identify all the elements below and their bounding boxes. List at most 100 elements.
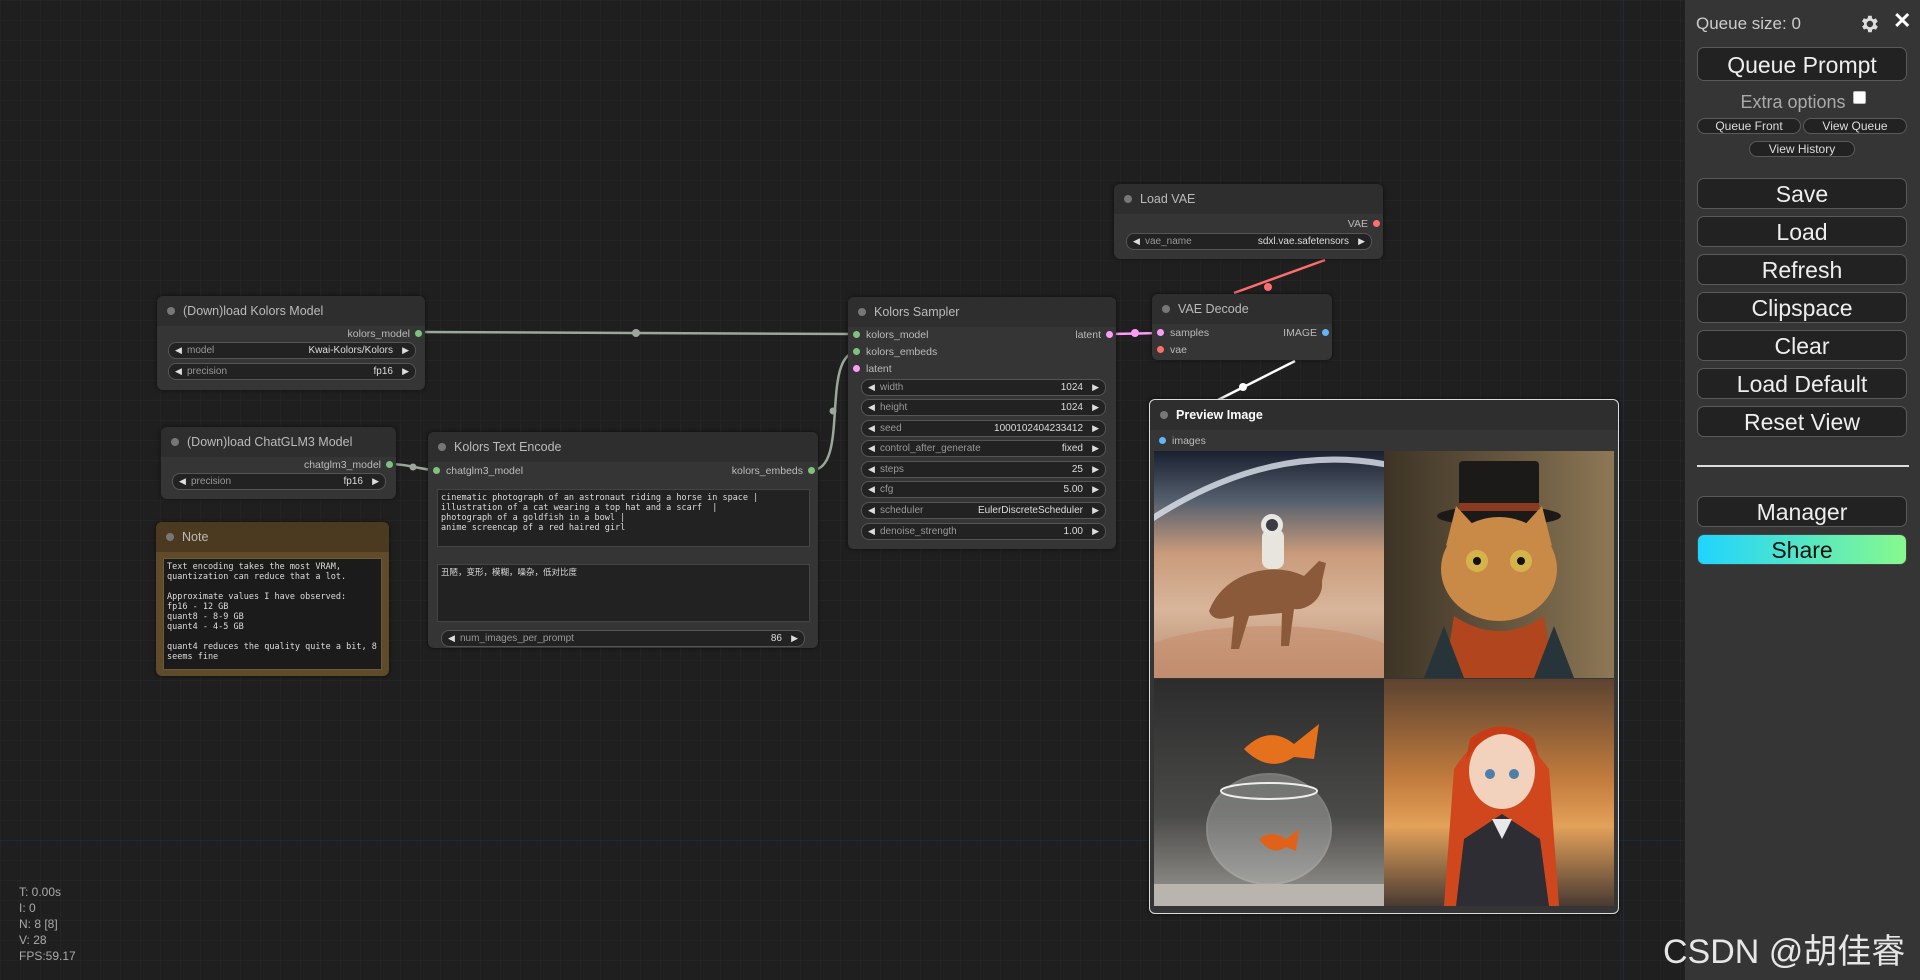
preview-image-anime-girl[interactable] [1384,679,1614,906]
widget-denoise-strength[interactable]: ◀ denoise_strength 1.00 ▶ [861,523,1106,540]
input-latent[interactable]: latent [853,363,892,375]
extra-options-checkbox[interactable] [1852,91,1866,104]
collapse-dot[interactable] [1162,305,1170,313]
manager-button[interactable]: Manager [1697,496,1907,527]
increment-arrow-icon[interactable]: ▶ [402,364,409,379]
decrement-arrow-icon[interactable]: ◀ [868,441,875,456]
slot-dot[interactable] [853,365,860,372]
decrement-arrow-icon[interactable]: ◀ [175,343,182,358]
widget-num-images-per-prompt[interactable]: ◀ num_images_per_prompt 86 ▶ [441,630,805,647]
clipspace-button[interactable]: Clipspace [1697,292,1907,323]
refresh-button[interactable]: Refresh [1697,254,1907,285]
node-title[interactable]: (Down)load Kolors Model [157,296,425,326]
node-title[interactable]: Kolors Text Encode [428,432,818,462]
slot-dot[interactable] [433,467,440,474]
input-images[interactable]: images [1159,435,1206,447]
input-vae[interactable]: vae [1157,344,1187,356]
output-image[interactable]: IMAGE [1283,327,1329,339]
load-default-button[interactable]: Load Default [1697,368,1907,399]
collapse-dot[interactable] [171,438,179,446]
decrement-arrow-icon[interactable]: ◀ [868,524,875,539]
node-kolors-text-encode[interactable]: Kolors Text Encode chatglm3_model kolors… [428,432,818,648]
preview-image-cat[interactable] [1384,451,1614,678]
increment-arrow-icon[interactable]: ▶ [402,343,409,358]
decrement-arrow-icon[interactable]: ◀ [868,421,875,436]
decrement-arrow-icon[interactable]: ◀ [868,482,875,497]
widget-cfg[interactable]: ◀ cfg 5.00 ▶ [861,481,1106,498]
share-button[interactable]: Share [1697,534,1907,565]
increment-arrow-icon[interactable]: ▶ [1092,462,1099,477]
output-kolors-embeds[interactable]: kolors_embeds [732,465,815,477]
settings-gear-icon[interactable] [1858,13,1880,35]
view-queue-button[interactable]: View Queue [1803,118,1907,134]
decrement-arrow-icon[interactable]: ◀ [175,364,182,379]
collapse-dot[interactable] [1124,195,1132,203]
node-title[interactable]: Preview Image [1150,400,1618,430]
node-vae-decode[interactable]: VAE Decode samples vae IMAGE [1152,294,1332,360]
input-chatglm3-model[interactable]: chatglm3_model [433,465,523,477]
slot-dot[interactable] [808,467,815,474]
collapse-dot[interactable] [1160,411,1168,419]
graph-canvas[interactable]: (Down)load Kolors Model kolors_model ◀ m… [0,0,1683,980]
preview-image-goldfish[interactable] [1154,679,1384,906]
collapse-dot[interactable] [858,308,866,316]
decrement-arrow-icon[interactable]: ◀ [868,503,875,518]
increment-arrow-icon[interactable]: ▶ [1092,503,1099,518]
input-samples[interactable]: samples [1157,327,1209,339]
output-chatglm3-model[interactable]: chatglm3_model [304,459,393,471]
node-title[interactable]: VAE Decode [1152,294,1332,324]
node-load-kolors-model[interactable]: (Down)load Kolors Model kolors_model ◀ m… [157,296,425,390]
widget-precision[interactable]: ◀ precision fp16 ▶ [168,363,416,380]
widget-control-after-generate[interactable]: ◀ control_after_generate fixed ▶ [861,440,1106,457]
slot-dot[interactable] [1106,331,1113,338]
node-preview-image[interactable]: Preview Image images [1149,399,1619,914]
slot-dot[interactable] [853,348,860,355]
decrement-arrow-icon[interactable]: ◀ [868,380,875,395]
increment-arrow-icon[interactable]: ▶ [1358,234,1365,249]
negative-prompt-textarea[interactable]: 丑陋，变形，模糊，噪杂，低对比度 [437,564,810,622]
input-kolors-embeds[interactable]: kolors_embeds [853,346,937,358]
node-title[interactable]: Load VAE [1114,184,1383,214]
widget-scheduler[interactable]: ◀ scheduler EulerDiscreteScheduler ▶ [861,502,1106,519]
slot-dot[interactable] [1322,329,1329,336]
node-title[interactable]: Kolors Sampler [848,297,1116,327]
slot-dot[interactable] [1157,346,1164,353]
prompt-textarea[interactable]: cinematic photograph of an astronaut rid… [437,489,810,547]
slot-dot[interactable] [386,461,393,468]
decrement-arrow-icon[interactable]: ◀ [179,474,186,489]
node-title[interactable]: (Down)load ChatGLM3 Model [161,427,396,457]
collapse-dot[interactable] [167,307,175,315]
increment-arrow-icon[interactable]: ▶ [1092,400,1099,415]
reset-view-button[interactable]: Reset View [1697,406,1907,437]
slot-dot[interactable] [1159,437,1166,444]
slot-dot[interactable] [1157,329,1164,336]
node-load-vae[interactable]: Load VAE VAE ◀ vae_name sdxl.vae.safeten… [1114,184,1383,259]
preview-image-astronaut[interactable] [1154,451,1384,678]
widget-width[interactable]: ◀ width 1024 ▶ [861,379,1106,396]
load-button[interactable]: Load [1697,216,1907,247]
widget-vae-name[interactable]: ◀ vae_name sdxl.vae.safetensors ▶ [1126,233,1372,250]
slot-dot[interactable] [853,331,860,338]
widget-model[interactable]: ◀ model Kwai-Kolors/Kolors ▶ [168,342,416,359]
increment-arrow-icon[interactable]: ▶ [1092,524,1099,539]
node-title[interactable]: Note [156,522,389,552]
node-kolors-sampler[interactable]: Kolors Sampler kolors_model kolors_embed… [848,297,1116,549]
decrement-arrow-icon[interactable]: ◀ [868,462,875,477]
widget-seed[interactable]: ◀ seed 1000102404233412 ▶ [861,420,1106,437]
increment-arrow-icon[interactable]: ▶ [1092,441,1099,456]
widget-precision[interactable]: ◀ precision fp16 ▶ [172,473,386,490]
note-textarea[interactable]: Text encoding takes the most VRAM, quant… [163,558,382,670]
collapse-dot[interactable] [438,443,446,451]
decrement-arrow-icon[interactable]: ◀ [1133,234,1140,249]
queue-prompt-button[interactable]: Queue Prompt [1697,47,1907,81]
increment-arrow-icon[interactable]: ▶ [791,631,798,646]
increment-arrow-icon[interactable]: ▶ [1092,380,1099,395]
widget-steps[interactable]: ◀ steps 25 ▶ [861,461,1106,478]
output-vae[interactable]: VAE [1348,218,1380,230]
close-icon[interactable]: ✕ [1893,8,1911,34]
widget-height[interactable]: ◀ height 1024 ▶ [861,399,1106,416]
output-latent[interactable]: latent [1075,329,1113,341]
queue-front-button[interactable]: Queue Front [1697,118,1801,134]
increment-arrow-icon[interactable]: ▶ [1092,421,1099,436]
collapse-dot[interactable] [166,533,174,541]
